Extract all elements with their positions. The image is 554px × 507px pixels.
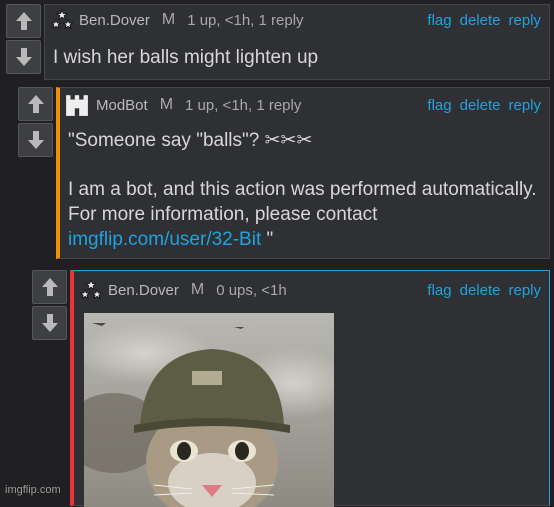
downvote-arrow-icon [41, 314, 58, 332]
bot-notice-tail: " [261, 229, 274, 250]
bot-notice-text: I am a bot, and this action was performe… [68, 179, 537, 225]
username[interactable]: ModBot [96, 97, 148, 114]
comment-actions: flag delete reply [427, 282, 541, 299]
upvote-arrow-icon [41, 278, 58, 296]
downvote-button[interactable] [32, 306, 67, 340]
comment-image[interactable] [84, 313, 334, 507]
soldier-cat-image [84, 313, 334, 507]
delete-link[interactable]: delete [460, 12, 501, 29]
delete-link[interactable]: delete [460, 97, 501, 114]
mod-badge: M [161, 11, 176, 28]
comment-box: Ben.Dover M 0 ups, <1h flag delete reply [70, 270, 550, 507]
username[interactable]: Ben.Dover [108, 282, 179, 299]
upvote-arrow-icon [27, 95, 44, 113]
bot-greeting-line: "Someone say "balls"? ✂✂✂ [68, 130, 313, 151]
castle-avatar-icon [66, 95, 88, 116]
upvote-button[interactable] [18, 87, 53, 121]
username[interactable]: Ben.Dover [79, 12, 150, 29]
comment-meta: 1 up, <1h, 1 reply [187, 11, 304, 29]
downvote-arrow-icon [27, 131, 44, 149]
comment-meta: 1 up, <1h, 1 reply [185, 96, 302, 114]
reply-link[interactable]: reply [508, 12, 541, 29]
comment-header: Ben.Dover M 0 ups, <1h flag delete reply [74, 275, 549, 305]
bot-contact-link[interactable]: imgflip.com/user/32-Bit [68, 229, 261, 250]
vote-controls [6, 4, 43, 74]
stars-avatar-icon [80, 279, 102, 300]
comment-actions: flag delete reply [427, 12, 541, 29]
mod-badge: M [190, 281, 205, 298]
flag-link[interactable]: flag [427, 97, 451, 114]
comment-text: "Someone say "balls"? ✂✂✂ I am a bot, an… [68, 128, 539, 252]
stars-avatar-icon [51, 9, 73, 30]
comment-3: Ben.Dover M 0 ups, <1h flag delete reply [32, 270, 550, 507]
flag-link[interactable]: flag [427, 282, 451, 299]
comment-text: I wish her balls might lighten up [53, 47, 319, 68]
upvote-button[interactable] [6, 4, 41, 38]
downvote-button[interactable] [18, 123, 53, 157]
reply-link[interactable]: reply [508, 282, 541, 299]
delete-link[interactable]: delete [460, 282, 501, 299]
comment-actions: flag delete reply [427, 97, 541, 114]
flag-link[interactable]: flag [427, 12, 451, 29]
comment-1: Ben.Dover M 1 up, <1h, 1 reply flag dele… [6, 4, 550, 80]
comment-header: Ben.Dover M 1 up, <1h, 1 reply flag dele… [45, 5, 549, 35]
bot-notice: I am a bot, and this action was performe… [68, 177, 539, 252]
comment-header: ModBot M 1 up, <1h, 1 reply flag delete … [60, 90, 549, 120]
comment-box: Ben.Dover M 1 up, <1h, 1 reply flag dele… [44, 4, 550, 80]
comment-2: ModBot M 1 up, <1h, 1 reply flag delete … [18, 87, 550, 259]
imgflip-watermark: imgflip.com [5, 484, 61, 496]
mod-badge: M [159, 96, 174, 113]
upvote-arrow-icon [15, 12, 32, 30]
comment-meta: 0 ups, <1h [216, 281, 287, 299]
reply-link[interactable]: reply [508, 97, 541, 114]
comment-box: ModBot M 1 up, <1h, 1 reply flag delete … [56, 87, 550, 259]
vote-controls [18, 87, 55, 157]
downvote-button[interactable] [6, 40, 41, 74]
upvote-button[interactable] [32, 270, 67, 304]
vote-controls [32, 270, 69, 340]
downvote-arrow-icon [15, 48, 32, 66]
